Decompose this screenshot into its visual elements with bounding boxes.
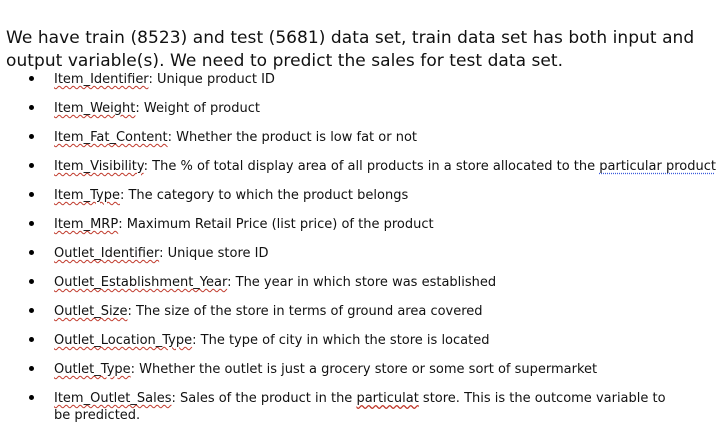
list-item: Outlet_Size: The size of the store in te…: [0, 303, 719, 323]
bullet-icon: [29, 366, 34, 371]
bullet-icon: [29, 337, 34, 342]
list-item-text: Outlet_Size: The size of the store in te…: [54, 303, 709, 320]
variable-term: Item_Weight: [54, 101, 136, 116]
list-item: Item_Visibility: The % of total display …: [0, 158, 719, 178]
variable-description: : Unique store ID: [159, 246, 269, 261]
variable-term: Item_Type: [54, 188, 120, 203]
variable-term: Item_MRP: [54, 217, 119, 232]
list-item: Item_Type: The category to which the pro…: [0, 187, 719, 207]
list-item-text: Item_MRP: Maximum Retail Price (list pri…: [54, 216, 709, 233]
list-item-text: Outlet_Establishment_Year: The year in w…: [54, 274, 709, 291]
variable-description: : The % of total display area of all pro…: [143, 159, 600, 174]
list-item-text: Item_Weight: Weight of product: [54, 100, 709, 117]
variable-description: : Unique product ID: [148, 72, 275, 87]
list-item-text: Outlet_Location_Type: The type of city i…: [54, 332, 709, 349]
variable-term: Item_Fat_Content: [54, 130, 168, 145]
list-item: Outlet_Identifier: Unique store ID: [0, 245, 719, 265]
variable-term: Outlet_Size: [54, 304, 128, 319]
variable-description: : Sales of the product in the: [171, 391, 357, 406]
variable-description: : Whether the product is low fat or not: [167, 130, 418, 145]
bullet-icon: [29, 250, 34, 255]
misspelled-word: particulat: [356, 391, 419, 406]
bullet-icon: [29, 221, 34, 226]
list-item: Item_Identifier: Unique product ID: [0, 71, 719, 91]
list-item-text: Outlet_Identifier: Unique store ID: [54, 245, 709, 262]
intro-paragraph: We have train (8523) and test (5681) dat…: [6, 28, 695, 71]
variable-description: : Whether the outlet is just a grocery s…: [130, 362, 598, 377]
variable-term: Item_Outlet_Sales: [54, 391, 172, 406]
list-item: Outlet_Establishment_Year: The year in w…: [0, 274, 719, 294]
variable-term: Outlet_Location_Type: [54, 333, 193, 348]
variable-description: : Maximum Retail Price (list price) of t…: [118, 217, 434, 232]
list-item-text: Item_Type: The category to which the pro…: [54, 187, 709, 204]
bullet-icon: [29, 76, 34, 81]
variable-description: : The category to which the product belo…: [119, 188, 409, 203]
list-item: Item_MRP: Maximum Retail Price (list pri…: [0, 216, 719, 236]
bullet-icon: [29, 105, 34, 110]
variable-description-flagged: particular product: [599, 159, 716, 174]
bullet-icon: [29, 134, 34, 139]
variable-term: Outlet_Establishment_Year: [54, 275, 228, 290]
variable-term: Outlet_Identifier: [54, 246, 160, 261]
bullet-icon: [29, 395, 34, 400]
bullet-icon: [29, 279, 34, 284]
list-item: Outlet_Type: Whether the outlet is just …: [0, 361, 719, 381]
list-item-text: Item_Visibility: The % of total display …: [54, 158, 716, 175]
variable-term: Item_Visibility: [54, 159, 144, 174]
list-item-text: Item_Identifier: Unique product ID: [54, 71, 709, 88]
variable-term: Outlet_Type: [54, 362, 131, 377]
list-item: Item_Fat_Content: Whether the product is…: [0, 129, 719, 149]
variable-description: : Weight of product: [135, 101, 260, 116]
variable-description: : The type of city in which the store is…: [192, 333, 490, 348]
variable-description: : The size of the store in terms of grou…: [127, 304, 483, 319]
bullet-icon: [29, 192, 34, 197]
list-item: Item_Outlet_Sales: Sales of the product …: [0, 390, 719, 430]
bullet-icon: [29, 308, 34, 313]
list-item-text: Item_Fat_Content: Whether the product is…: [54, 129, 709, 146]
list-item: Outlet_Location_Type: The type of city i…: [0, 332, 719, 352]
list-item-text: Item_Outlet_Sales: Sales of the product …: [54, 390, 674, 424]
list-item-text: Outlet_Type: Whether the outlet is just …: [54, 361, 709, 378]
variable-term: Item_Identifier: [54, 72, 149, 87]
list-item: Item_Weight: Weight of product: [0, 100, 719, 120]
variable-description: : The year in which store was establishe…: [227, 275, 497, 290]
bullet-icon: [29, 163, 34, 168]
